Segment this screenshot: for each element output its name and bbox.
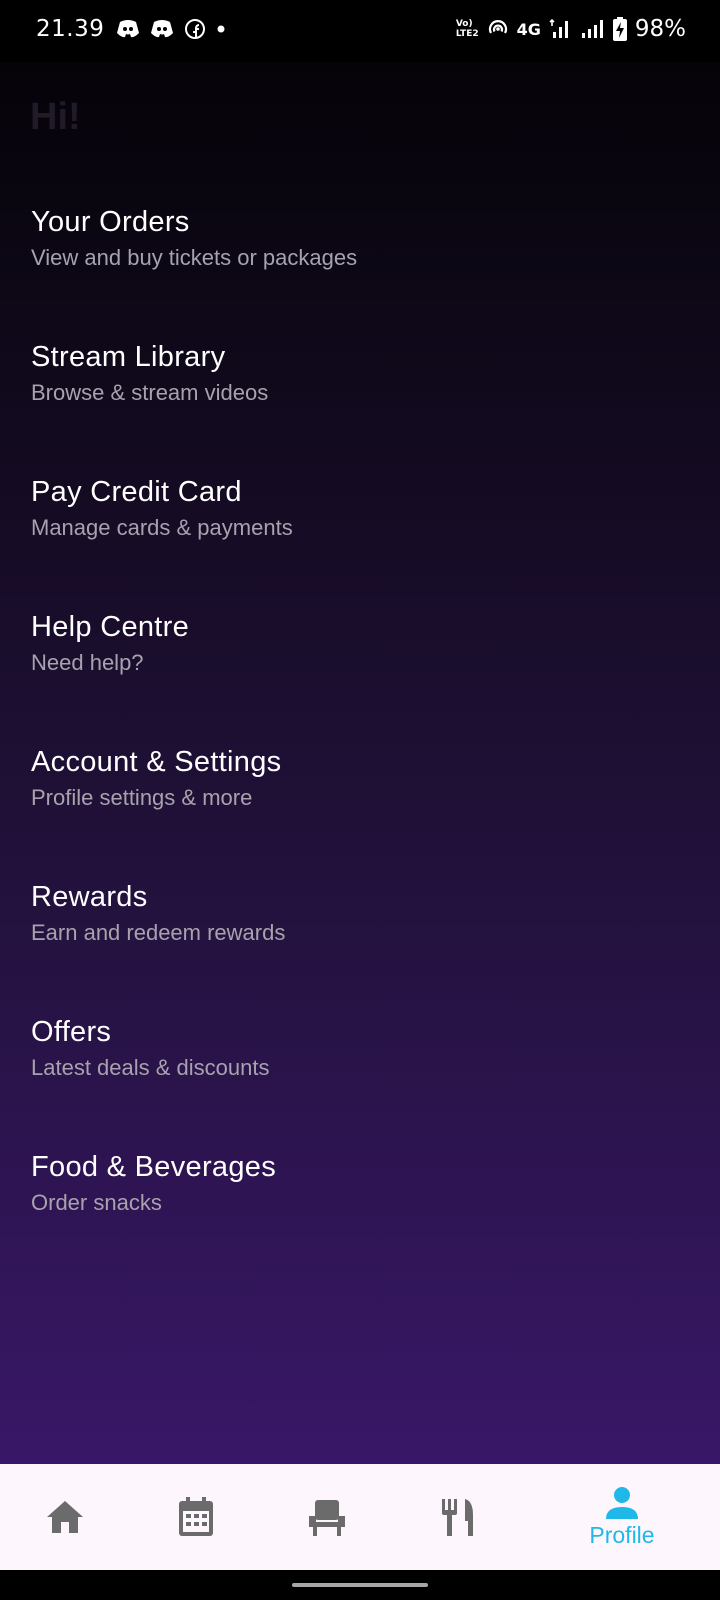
status-time: 21.39 [36,16,105,42]
gesture-navigation-area [0,1570,720,1600]
menu-item-title: Your Orders [31,206,190,238]
nav-profile-button[interactable]: Profile [562,1464,682,1570]
menu-item-rewards[interactable]: Rewards Earn and redeem rewards [0,878,720,998]
person-icon [606,1486,638,1519]
status-bar: 21.39 Vo) LTE2 4G 98% [0,0,720,62]
menu-item-title: Offers [31,1016,112,1048]
home-icon [47,1501,83,1533]
profile-menu-page: Hi! Your Orders View and buy tickets or … [0,62,720,1464]
facebook-icon [185,19,205,39]
menu-item-your-orders[interactable]: Your Orders View and buy tickets or pack… [0,203,720,323]
menu-item-title: Account & Settings [31,746,282,778]
calendar-icon [179,1497,213,1536]
volte-indicator: Vo) LTE2 [455,19,479,39]
menu-item-help-centre[interactable]: Help Centre Need help? [0,608,720,728]
signal-strength-icon [581,20,603,38]
notification-icons [116,18,226,40]
nav-home-button[interactable] [5,1464,125,1570]
discord-icon [117,20,139,38]
nav-schedule-button[interactable] [136,1464,256,1570]
menu-item-subtitle: Need help? [31,650,144,675]
menu-item-title: Help Centre [31,611,190,643]
nav-seats-button[interactable] [267,1464,387,1570]
battery-charging-icon [612,17,627,41]
menu-item-pay-credit-card[interactable]: Pay Credit Card Manage cards & payments [0,473,720,593]
app-screen: 21.39 Vo) LTE2 4G 98% Hi! Your Orders Vi… [0,0,720,1600]
menu-item-offers[interactable]: Offers Latest deals & discounts [0,1013,720,1133]
discord-icon [151,20,173,38]
fork-knife-icon [442,1499,473,1536]
menu-item-account-settings[interactable]: Account & Settings Profile settings & mo… [0,743,720,863]
system-icons: Vo) LTE2 4G 98% [456,16,686,42]
menu-item-title: Rewards [31,881,148,913]
menu-item-subtitle: Earn and redeem rewards [31,920,286,945]
battery-percent: 98% [634,16,686,42]
nav-food-button[interactable] [398,1464,518,1570]
nav-profile-label: Profile [589,1521,655,1548]
hotspot-icon [488,20,507,34]
seat-icon [309,1500,345,1536]
menu-item-subtitle: Manage cards & payments [31,515,293,540]
menu-item-title: Pay Credit Card [31,476,242,508]
signal-data-icon [549,18,568,38]
menu-item-subtitle: Order snacks [31,1190,162,1215]
more-notifications-dot-icon [217,25,225,33]
menu-item-subtitle: Profile settings & more [31,785,253,810]
bottom-navigation: Profile [0,1464,720,1570]
menu-item-stream-library[interactable]: Stream Library Browse & stream videos [0,338,720,458]
greeting-title: Hi! [30,96,81,138]
menu-item-subtitle: View and buy tickets or packages [31,245,358,270]
menu-item-title: Food & Beverages [31,1151,276,1183]
menu-item-title: Stream Library [31,341,226,373]
menu-item-subtitle: Latest deals & discounts [31,1055,270,1080]
menu-item-subtitle: Browse & stream videos [31,380,269,405]
network-type: 4G [516,19,541,39]
gesture-handle[interactable] [292,1583,428,1587]
menu-item-food-beverages[interactable]: Food & Beverages Order snacks [0,1148,720,1268]
